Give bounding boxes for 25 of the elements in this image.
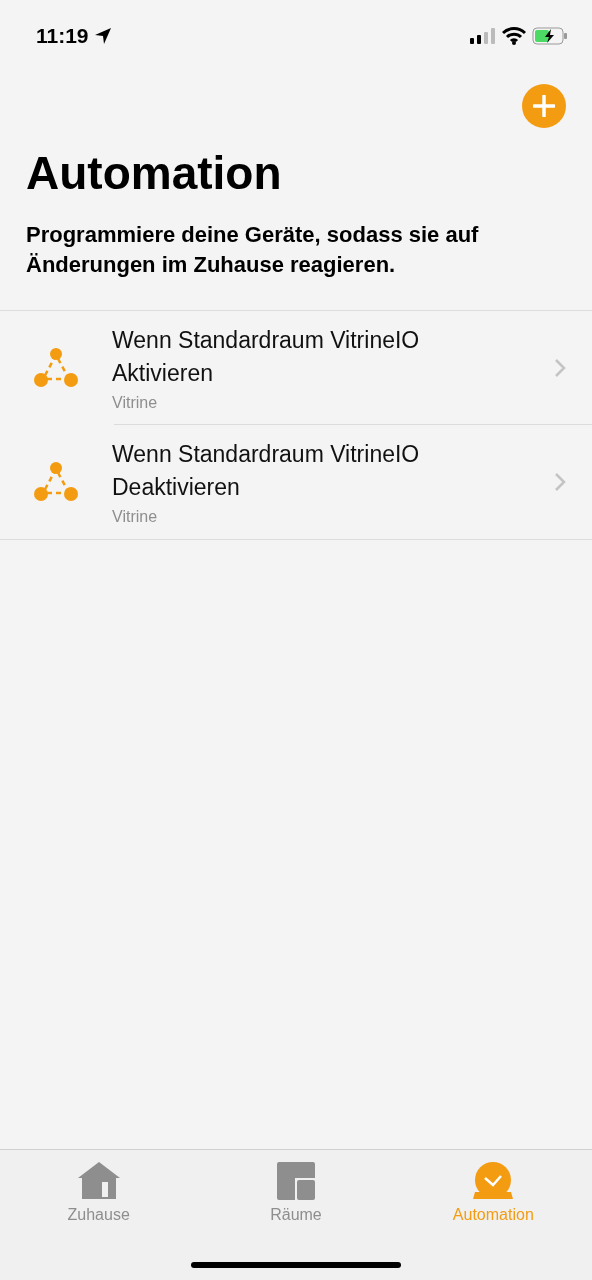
automation-row[interactable]: Wenn Standardraum VitrineIO Aktivieren Vitrine: [0, 311, 592, 425]
status-time: 11:19: [36, 24, 89, 48]
automation-title: Wenn Standardraum VitrineIO Deaktivieren: [112, 440, 421, 502]
automation-row[interactable]: Wenn Standardraum VitrineIO Deaktivieren Vitrine: [0, 425, 592, 539]
plus-icon: [533, 95, 555, 117]
chevron-right-icon: [554, 358, 566, 378]
battery-charging-icon: [532, 27, 568, 45]
page-title: Automation: [26, 146, 283, 200]
house-icon: [77, 1162, 120, 1200]
location-arrow-icon: [94, 28, 111, 44]
automation-title: Wenn Standardraum VitrineIO Aktivieren: [112, 326, 421, 388]
tab[interactable]: Zuhause: [18, 1162, 179, 1224]
tab[interactable]: Räume: [216, 1162, 376, 1224]
wifi-icon: [502, 27, 526, 45]
signal-icon: [470, 28, 496, 44]
rooms-icon: [277, 1162, 315, 1200]
automation-room: Vitrine: [112, 508, 159, 526]
chevron-right-icon: [554, 472, 566, 492]
page-description: Programmiere deine Geräte, sodass sie auf Änderungen im Zuhause reagieren.: [26, 221, 480, 279]
tab[interactable]: Automation: [413, 1162, 574, 1224]
automation-triangle-icon: [34, 462, 78, 502]
add-button[interactable]: [522, 84, 566, 128]
clock-check-icon: [473, 1162, 514, 1200]
automation-room: Vitrine: [112, 394, 159, 412]
automation-triangle-icon: [34, 348, 78, 388]
